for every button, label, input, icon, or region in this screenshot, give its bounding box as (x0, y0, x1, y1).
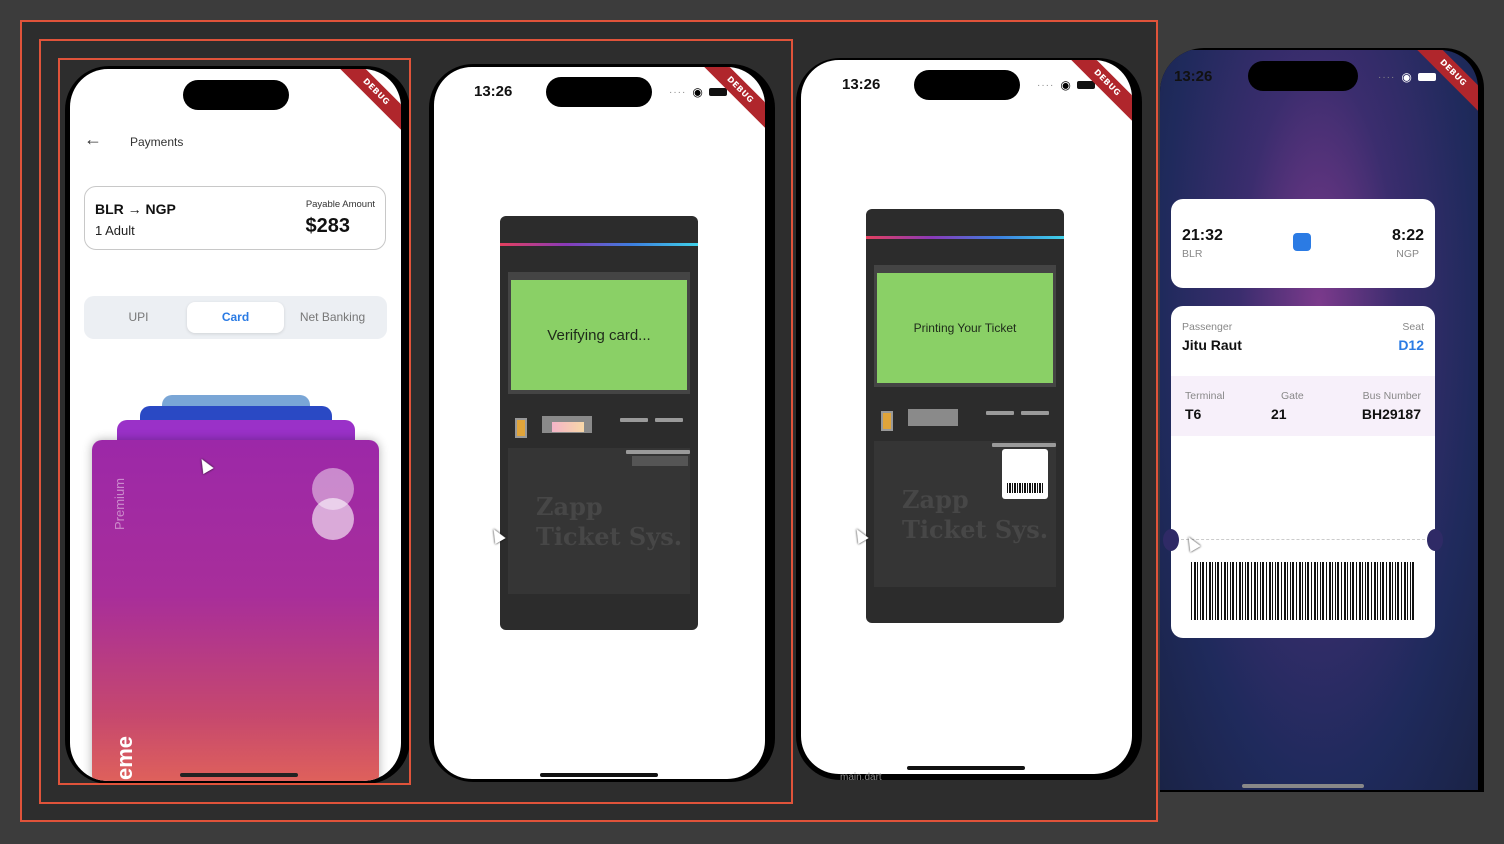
kiosk-display: Printing Your Ticket (877, 273, 1053, 383)
ticket-notch-right (1427, 529, 1443, 551)
bus-icon (1293, 233, 1311, 251)
status-time: 13:26 (474, 83, 513, 100)
signal-icon: ···· (1037, 79, 1055, 91)
signal-icon: ···· (669, 86, 687, 98)
home-indicator (907, 766, 1025, 770)
kiosk-slot (986, 411, 1014, 415)
card-reader-light (515, 418, 527, 438)
editor-tab-behind: main.dart (840, 772, 882, 783)
status-icons: ···· ◉ (1037, 78, 1095, 92)
status-icons: ···· ◉ (669, 85, 727, 99)
depart-code: BLR (1182, 248, 1203, 260)
kiosk-slot (1021, 411, 1049, 415)
kiosk-brand-line1: Zapp (536, 492, 603, 521)
arrive-code: NGP (1396, 248, 1419, 260)
ticket-kiosk: Printing Your Ticket Zapp Ticket Sys. (866, 209, 1064, 623)
kiosk-display: Verifying card... (511, 280, 687, 390)
status-icons: ···· ◉ (1378, 70, 1436, 84)
verifying-screen: 13:26 ···· ◉ DEBUG Verifying card... Zap… (434, 67, 765, 779)
selection-outline-inner (58, 58, 411, 785)
wifi-icon: ◉ (692, 85, 703, 99)
kiosk-slot (620, 418, 648, 422)
phone-ticket: 13:26 ···· ◉ DEBUG 21:32 BLR 8:22 NGP Pa… (1160, 48, 1484, 792)
bus-number-value: BH29187 (1361, 406, 1421, 422)
ticket-barcode (1191, 562, 1415, 620)
pass-details-strip: Terminal T6 Gate 21 Bus Number BH29187 (1171, 376, 1435, 436)
depart-time: 21:32 (1182, 227, 1223, 244)
card-reader-light (881, 411, 893, 431)
home-indicator (540, 773, 658, 777)
printer-tray (632, 456, 688, 466)
card-slot (908, 409, 958, 426)
printed-ticket (1002, 449, 1048, 499)
kiosk-brand-line1: Zapp (902, 485, 969, 514)
debug-banner: DEBUG (1407, 50, 1478, 119)
debug-banner: DEBUG (1061, 60, 1132, 129)
boarding-pass: Passenger Jitu Raut Seat D12 Terminal T6… (1171, 306, 1435, 638)
ticket-screen: 13:26 ···· ◉ DEBUG 21:32 BLR 8:22 NGP Pa… (1160, 50, 1478, 790)
wifi-icon: ◉ (1060, 78, 1071, 92)
phone-printing: 13:26 ···· ◉ DEBUG Printing Your Ticket … (796, 58, 1142, 780)
inserted-card (552, 422, 584, 432)
signal-icon: ···· (1378, 71, 1396, 83)
arrive-time: 8:22 (1391, 227, 1424, 244)
bus-number-label: Bus Number (1362, 390, 1421, 402)
kiosk-light-strip (500, 243, 698, 246)
tear-line (1181, 539, 1425, 540)
card-slot (542, 416, 592, 433)
printing-screen: 13:26 ···· ◉ DEBUG Printing Your Ticket … (801, 60, 1132, 774)
dynamic-island (914, 70, 1020, 100)
printer-slot (626, 450, 690, 454)
journey-card: 21:32 BLR 8:22 NGP (1171, 199, 1435, 288)
kiosk-brand-line2: Ticket Sys. (902, 515, 1049, 544)
gate-label: Gate (1281, 390, 1304, 402)
seat-value: D12 (1398, 337, 1424, 353)
kiosk-slot (655, 418, 683, 422)
status-time: 13:26 (842, 76, 881, 93)
dynamic-island (546, 77, 652, 107)
terminal-value: T6 (1185, 406, 1202, 422)
kiosk-brand-line2: Ticket Sys. (536, 522, 683, 551)
printer-slot (992, 443, 1056, 447)
home-indicator (1242, 784, 1364, 788)
passenger-label: Passenger (1182, 321, 1233, 333)
terminal-label: Terminal (1185, 390, 1225, 402)
seat-label: Seat (1402, 321, 1424, 333)
gate-value: 21 (1271, 406, 1287, 422)
phone-verifying: 13:26 ···· ◉ DEBUG Verifying card... Zap… (429, 64, 775, 782)
battery-icon (1417, 73, 1436, 81)
kiosk-light-strip (866, 236, 1064, 239)
passenger-name: Jitu Raut (1182, 337, 1242, 353)
ticket-notch-left (1163, 529, 1179, 551)
battery-icon (708, 88, 727, 96)
battery-icon (1076, 81, 1095, 89)
wifi-icon: ◉ (1401, 70, 1412, 84)
status-time: 13:26 (1174, 68, 1213, 85)
ticket-kiosk: Verifying card... Zapp Ticket Sys. (500, 216, 698, 630)
printed-ticket-barcode (1007, 483, 1043, 493)
debug-banner: DEBUG (694, 67, 765, 136)
dynamic-island (1248, 61, 1358, 91)
